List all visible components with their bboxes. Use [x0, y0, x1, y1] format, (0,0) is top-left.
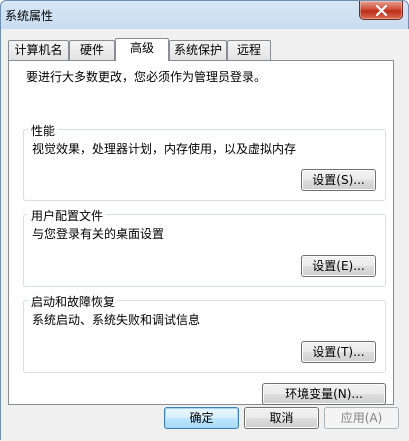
startup-recovery-description: 系统启动、系统失败和调试信息 [32, 313, 201, 327]
admin-notice: 要进行大多数更改，您必须作为管理员登录。 [26, 70, 267, 84]
startup-recovery-settings-button[interactable]: 设置(T)... [301, 341, 376, 363]
tab-computer-name[interactable]: 计算机名 [8, 40, 69, 60]
performance-group-title: 性能 [28, 122, 59, 139]
ok-button[interactable]: 确定 [164, 407, 239, 429]
close-button[interactable] [359, 1, 403, 20]
tab-remote[interactable]: 远程 [227, 40, 271, 60]
dialog-client-area: 计算机名 硬件 高级 系统保护 远程 要进行大多数更改，您必须作为管理员登录。 … [1, 29, 409, 441]
startup-recovery-group: 启动和故障恢复 系统启动、系统失败和调试信息 设置(T)... [23, 293, 386, 373]
tab-advanced[interactable]: 高级 [115, 38, 169, 61]
user-profiles-settings-button[interactable]: 设置(E)... [301, 255, 376, 277]
startup-recovery-group-title: 启动和故障恢复 [28, 293, 119, 310]
performance-group: 性能 视觉效果，处理器计划，内存使用，以及虚拟内存 设置(S)... [23, 122, 386, 201]
user-profiles-group: 用户配置文件 与您登录有关的桌面设置 设置(E)... [23, 207, 386, 287]
system-properties-window: 系统属性 计算机名 硬件 高级 系统保护 远程 要进行大多数更改，您必须作为管理… [0, 0, 409, 441]
environment-variables-button[interactable]: 环境变量(N)... [262, 383, 386, 405]
title-bar[interactable]: 系统属性 [1, 1, 408, 29]
user-profiles-description: 与您登录有关的桌面设置 [32, 227, 165, 241]
performance-settings-button[interactable]: 设置(S)... [301, 169, 376, 191]
advanced-tab-panel: 要进行大多数更改，您必须作为管理员登录。 性能 视觉效果，处理器计划，内存使用，… [8, 60, 394, 405]
tab-system-protection[interactable]: 系统保护 [169, 40, 227, 60]
user-profiles-group-title: 用户配置文件 [28, 207, 107, 224]
window-title: 系统属性 [5, 9, 54, 23]
performance-description: 视觉效果，处理器计划，内存使用，以及虚拟内存 [32, 142, 297, 156]
cancel-button[interactable]: 取消 [244, 407, 319, 429]
tab-hardware[interactable]: 硬件 [69, 40, 115, 60]
apply-button[interactable]: 应用(A) [324, 407, 399, 429]
close-icon [375, 5, 388, 16]
